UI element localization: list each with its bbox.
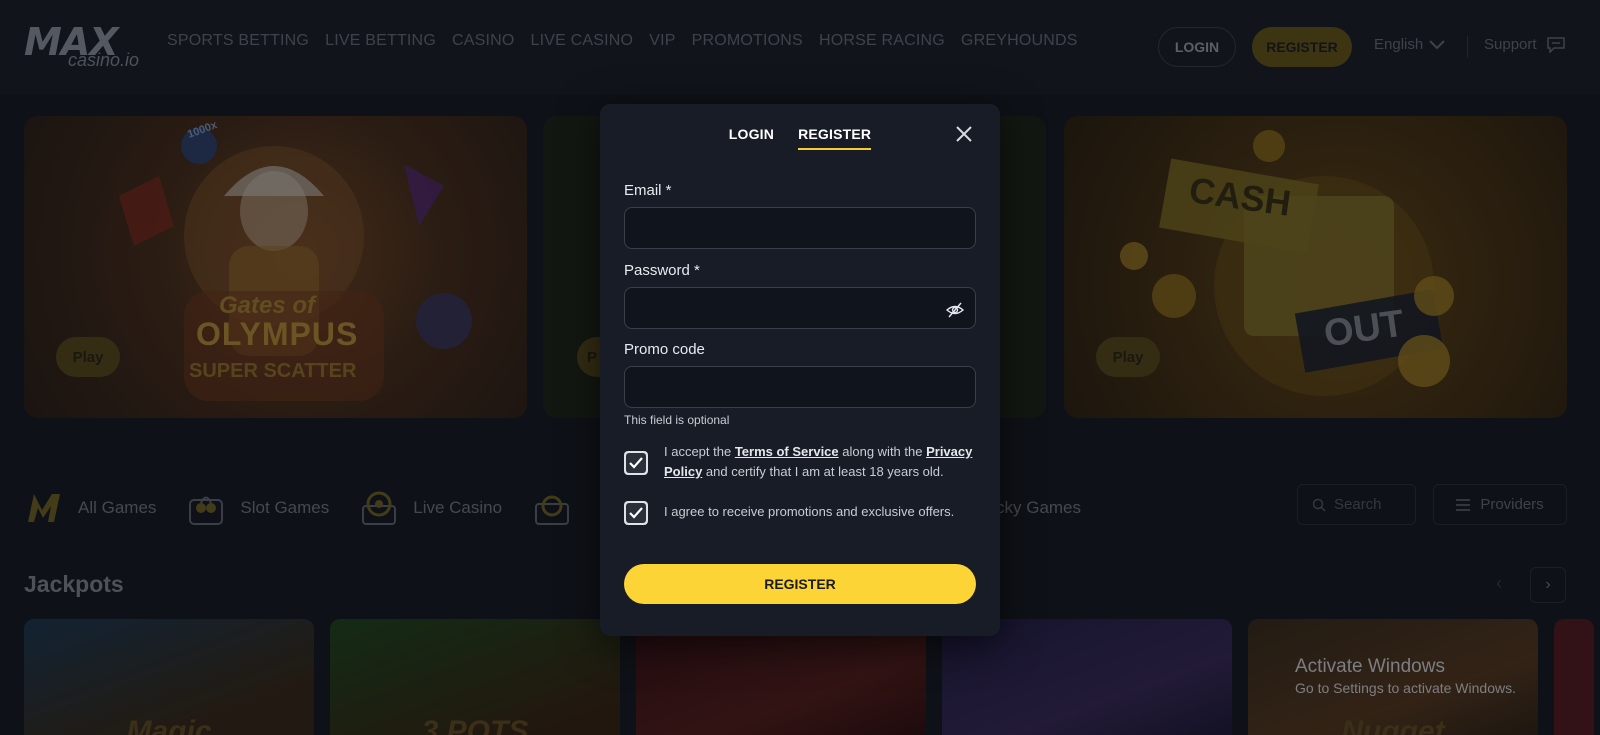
email-label: Email * (624, 182, 672, 199)
checkbox-box (626, 453, 646, 473)
close-icon[interactable] (952, 122, 976, 146)
terms-of-service-link[interactable]: Terms of Service (735, 444, 839, 459)
auth-tabs: LOGIN REGISTER (600, 126, 1000, 150)
casino-page: MAX casino.io SPORTS BETTING LIVE BETTIN… (0, 0, 1600, 735)
checkmark-icon (629, 457, 643, 469)
toggle-password-visibility-icon[interactable] (946, 301, 964, 319)
watermark-title: Activate Windows (1295, 656, 1445, 677)
promo-code-field[interactable] (624, 366, 976, 408)
tab-login[interactable]: LOGIN (729, 126, 774, 150)
password-field[interactable] (624, 287, 976, 329)
checkbox-box (626, 503, 646, 523)
register-submit-button[interactable]: REGISTER (624, 564, 976, 604)
watermark-subtitle: Go to Settings to activate Windows. (1295, 680, 1516, 696)
checkmark-icon (629, 507, 643, 519)
promotions-consent-text: I agree to receive promotions and exclus… (664, 504, 955, 519)
terms-middle: along with the (838, 444, 927, 459)
terms-suffix: and certify that I am at least 18 years … (702, 464, 944, 479)
password-label: Password * (624, 262, 700, 279)
auth-modal: LOGIN REGISTER Email * Password * Promo … (600, 104, 1000, 636)
promo-code-label: Promo code (624, 341, 705, 358)
terms-checkbox[interactable] (624, 451, 648, 475)
tab-register[interactable]: REGISTER (798, 126, 872, 150)
promo-code-hint: This field is optional (624, 413, 730, 427)
terms-text: I accept the Terms of Service along with… (664, 442, 976, 482)
email-field[interactable] (624, 207, 976, 249)
windows-activation-watermark: Activate Windows Go to Settings to activ… (1295, 656, 1516, 696)
terms-prefix: I accept the (664, 444, 735, 459)
promotions-checkbox[interactable] (624, 501, 648, 525)
